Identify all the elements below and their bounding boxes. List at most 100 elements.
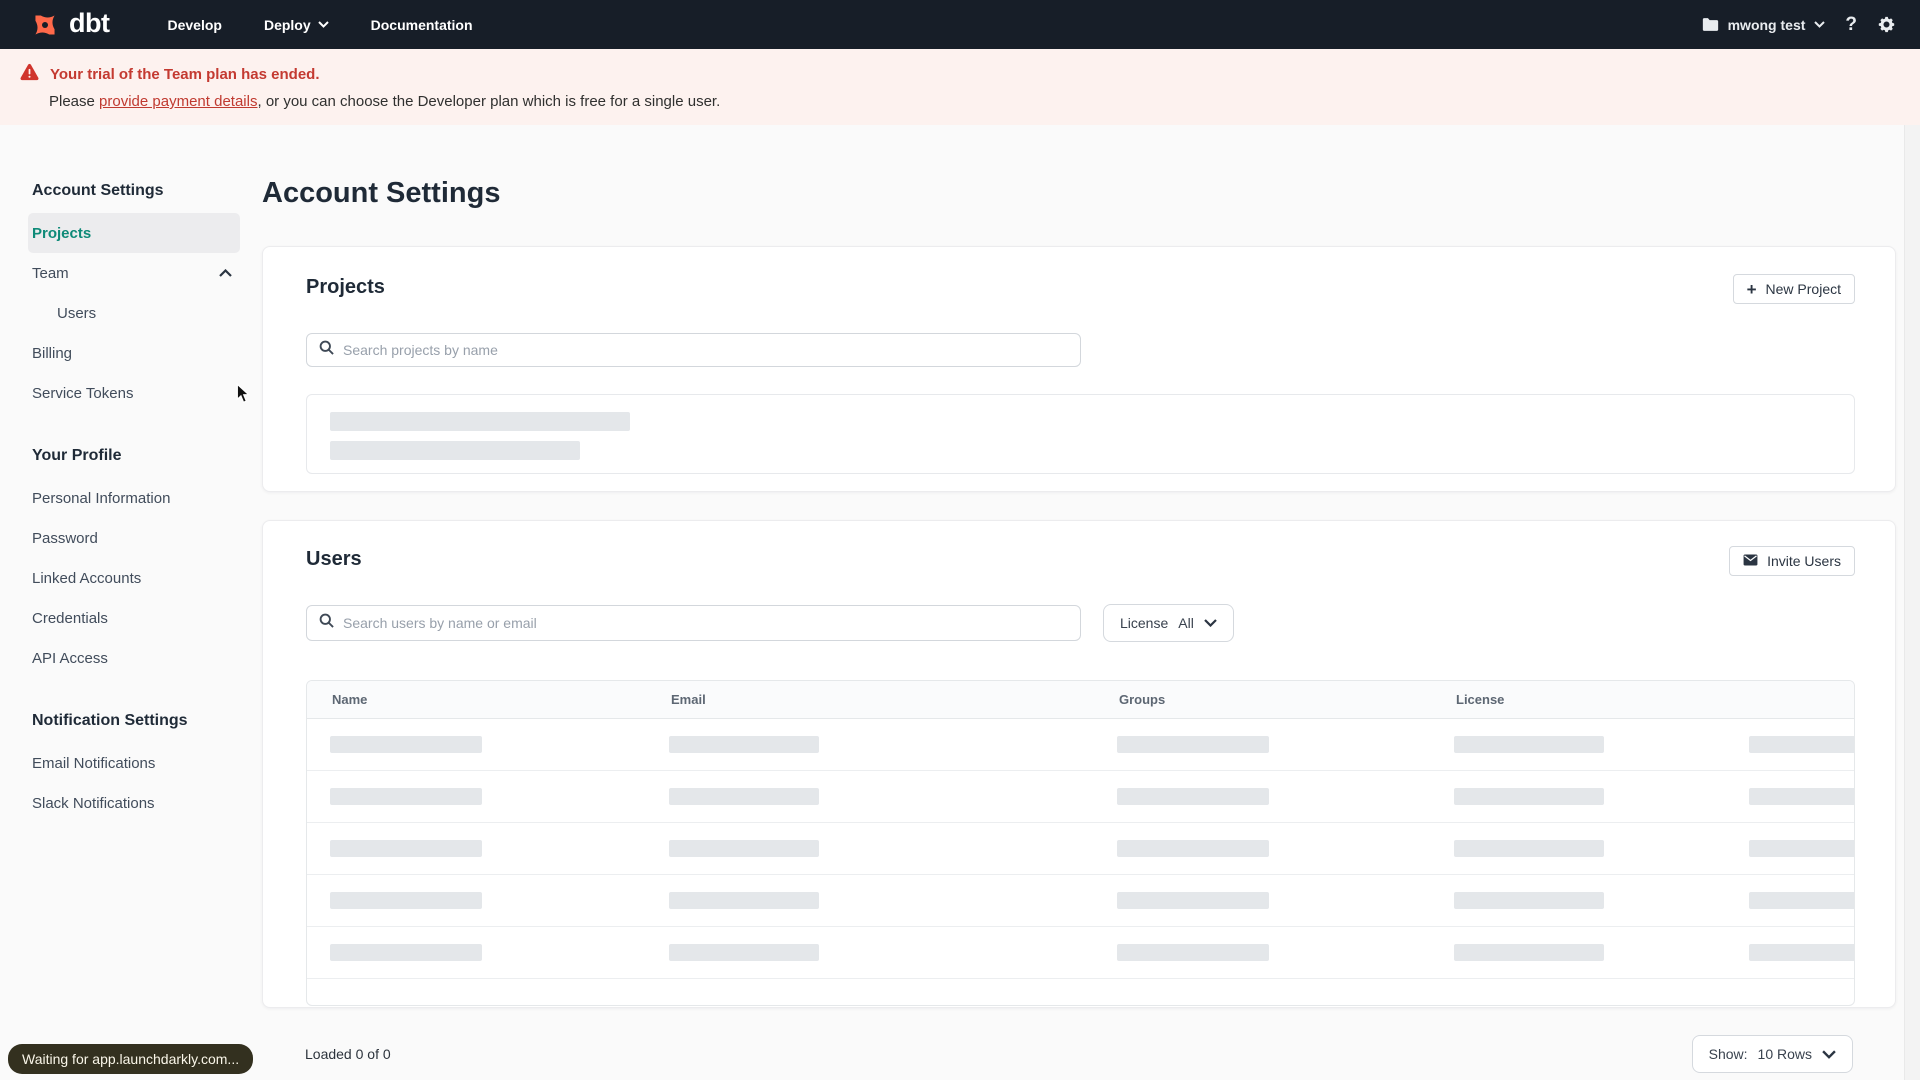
users-table-footer: Loaded 0 of 0 Show: 10 Rows: [262, 1035, 1896, 1073]
sidebar-item-label: API Access: [32, 649, 108, 667]
page-scrollbar[interactable]: [1904, 125, 1920, 1080]
sidebar-item-slack-notifications[interactable]: Slack Notifications: [28, 783, 240, 823]
chevron-up-icon: [219, 269, 232, 277]
nav-links: Develop Deploy Documentation: [167, 17, 472, 33]
sidebar-item-api-access[interactable]: API Access: [28, 638, 240, 678]
nav-item-develop[interactable]: Develop: [167, 17, 221, 33]
skeleton-bar: [1454, 892, 1604, 909]
table-row: [307, 927, 1854, 979]
skeleton-bar: [1117, 944, 1269, 961]
dbt-logo-text: dbt: [69, 7, 110, 38]
sidebar-heading-your-profile: Your Profile: [32, 447, 122, 464]
skeleton-bar: [669, 840, 819, 857]
users-card: Users Invite Users License All: [262, 520, 1896, 1008]
sidebar-item-linked-accounts[interactable]: Linked Accounts: [28, 558, 240, 598]
column-header-groups: Groups: [1119, 692, 1166, 707]
table-row: [307, 823, 1854, 875]
license-filter-dropdown[interactable]: License All: [1103, 604, 1234, 642]
banner-body-prefix: Please: [49, 93, 100, 110]
skeleton-bar: [669, 892, 819, 909]
account-name: mwong test: [1727, 16, 1806, 33]
nav-item-deploy[interactable]: Deploy: [264, 17, 329, 33]
page-title: Account Settings: [262, 177, 501, 209]
envelope-icon: [1743, 553, 1758, 569]
table-row: [307, 771, 1854, 823]
users-section-title: Users: [306, 548, 362, 570]
sidebar-item-label: Password: [32, 529, 98, 547]
invite-users-button[interactable]: Invite Users: [1729, 546, 1855, 576]
skeleton-bar: [1454, 788, 1604, 805]
skeleton-bar: [1749, 944, 1854, 961]
table-row: [307, 719, 1854, 771]
sidebar-item-label: Service Tokens: [32, 384, 134, 402]
main-content: Account Settings Projects + New Project: [262, 125, 1920, 1073]
skeleton-bar: [1454, 944, 1604, 961]
sidebar-heading-account-settings: Account Settings: [32, 182, 164, 199]
sidebar-item-service-tokens[interactable]: Service Tokens: [28, 373, 240, 413]
skeleton-bar: [1749, 736, 1854, 753]
projects-card: Projects + New Project: [262, 246, 1896, 492]
skeleton-bar: [330, 412, 630, 431]
skeleton-bar: [1749, 892, 1854, 909]
nav-item-label: Documentation: [370, 16, 473, 33]
account-switcher[interactable]: mwong test: [1702, 17, 1826, 33]
sidebar-item-billing[interactable]: Billing: [28, 333, 240, 373]
sidebar-item-label: Linked Accounts: [32, 569, 142, 587]
sidebar-item-personal-information[interactable]: Personal Information: [28, 478, 240, 518]
skeleton-bar: [1117, 892, 1269, 909]
sidebar-item-team[interactable]: Team: [28, 253, 240, 293]
gear-icon[interactable]: [1877, 15, 1896, 34]
search-icon: [319, 613, 334, 633]
sidebar-item-label: Slack Notifications: [32, 794, 155, 812]
skeleton-bar: [330, 441, 580, 460]
chevron-down-icon: [1814, 21, 1826, 28]
warning-icon: [20, 63, 39, 86]
sidebar-item-label: Team: [32, 264, 69, 282]
sidebar-item-password[interactable]: Password: [28, 518, 240, 558]
chevron-down-icon: [317, 21, 329, 28]
sidebar-item-label: Projects: [32, 224, 92, 242]
nav-item-label: Deploy: [263, 16, 311, 33]
nav-item-documentation[interactable]: Documentation: [371, 17, 473, 33]
column-header-name: Name: [332, 692, 368, 707]
users-table-header: Name Email Groups License: [307, 681, 1854, 719]
users-search-input[interactable]: [343, 615, 1068, 631]
projects-section-title: Projects: [306, 276, 385, 298]
help-icon[interactable]: ?: [1845, 14, 1857, 36]
skeleton-bar: [669, 944, 819, 961]
dbt-logo[interactable]: dbt: [30, 7, 110, 40]
chevron-down-icon: [1204, 619, 1217, 627]
skeleton-bar: [1117, 840, 1269, 857]
skeleton-bar: [330, 736, 482, 753]
license-filter-label: License: [1120, 615, 1169, 631]
table-row: [307, 875, 1854, 927]
license-filter-value: All: [1178, 615, 1194, 631]
projects-search-input[interactable]: [343, 342, 1068, 358]
skeleton-bar: [1749, 788, 1854, 805]
skeleton-bar: [669, 736, 819, 753]
skeleton-bar: [669, 788, 819, 805]
sidebar-item-label: Email Notifications: [32, 754, 156, 772]
show-label: Show:: [1708, 1046, 1748, 1062]
sidebar-item-users[interactable]: Users: [28, 293, 240, 333]
sidebar-item-email-notifications[interactable]: Email Notifications: [28, 743, 240, 783]
top-navbar: dbt Develop Deploy Documentation mwong t…: [0, 0, 1920, 49]
new-project-button[interactable]: + New Project: [1732, 274, 1855, 304]
dbt-logo-icon: [30, 10, 60, 40]
sidebar: Account Settings Projects Team Users Billing…: [0, 125, 262, 1073]
skeleton-bar: [1454, 736, 1604, 753]
skeleton-bar: [330, 840, 482, 857]
nav-item-label: Develop: [167, 16, 222, 33]
skeleton-bar: [330, 892, 482, 909]
sidebar-item-label: Personal Information: [32, 489, 171, 507]
users-search: [306, 605, 1081, 641]
new-project-label: New Project: [1765, 281, 1841, 297]
skeleton-bar: [1117, 788, 1269, 805]
provide-payment-details-link[interactable]: provide payment details: [99, 93, 257, 110]
chevron-down-icon: [1822, 1049, 1836, 1059]
trial-expired-banner: Your trial of the Team plan has ended. P…: [0, 49, 1920, 125]
search-icon: [319, 340, 334, 360]
rows-per-page-dropdown[interactable]: Show: 10 Rows: [1691, 1035, 1853, 1073]
sidebar-item-projects[interactable]: Projects: [28, 213, 240, 253]
sidebar-item-credentials[interactable]: Credentials: [28, 598, 240, 638]
